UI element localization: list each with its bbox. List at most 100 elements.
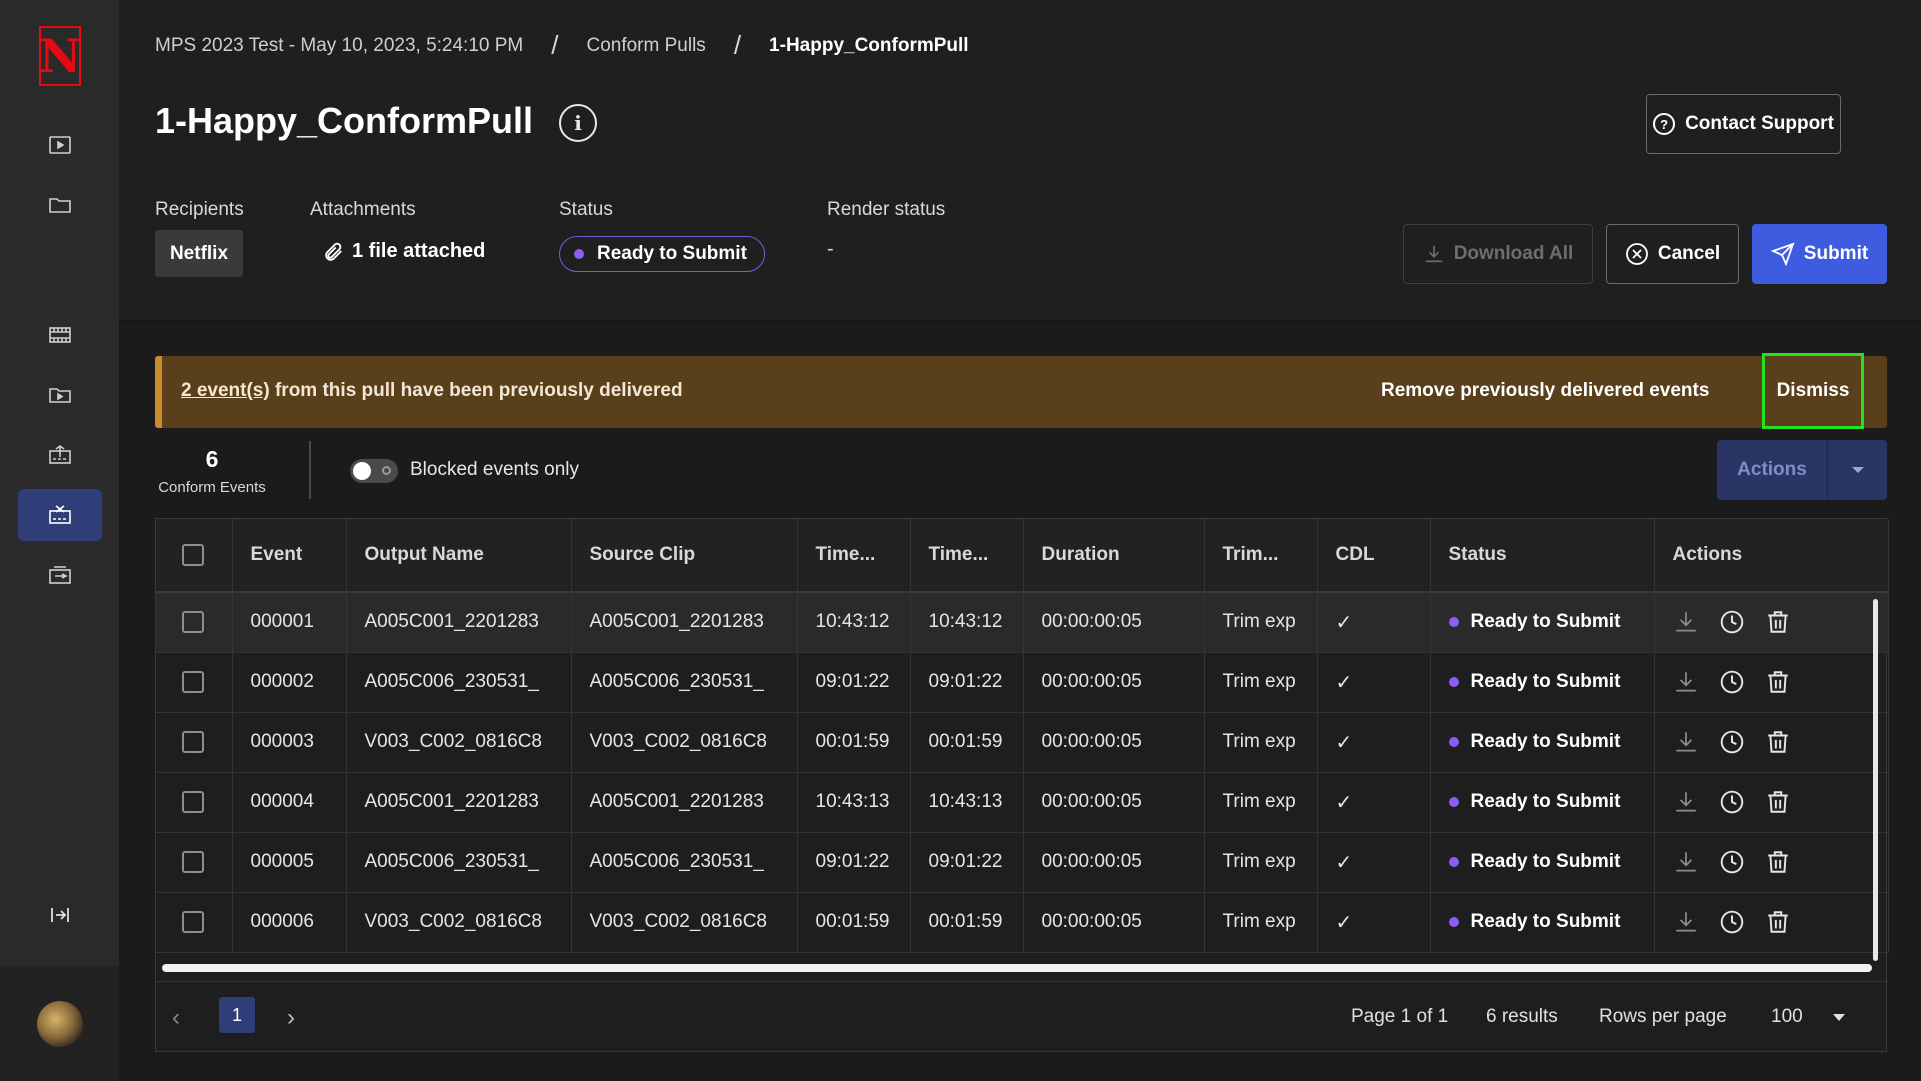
trash-icon[interactable]: [1765, 609, 1791, 635]
history-icon[interactable]: [1719, 729, 1745, 755]
cell-t2: 00:01:59: [910, 712, 1024, 773]
history-icon[interactable]: [1719, 789, 1745, 815]
table-row[interactable]: 000003 V003_C002_0816C8 V003_C002_0816C8 00…: [156, 712, 1889, 773]
attachments-link[interactable]: 1 file attached: [322, 240, 485, 263]
page-number-button[interactable]: 1: [219, 997, 255, 1033]
play-folder-icon[interactable]: [18, 369, 102, 421]
avatar[interactable]: [36, 1000, 83, 1047]
history-icon[interactable]: [1719, 909, 1745, 935]
blocked-events-label: Blocked events only: [410, 459, 579, 480]
row-checkbox[interactable]: [182, 910, 204, 933]
column-header[interactable]: Duration: [1023, 519, 1205, 593]
download-icon[interactable]: [1673, 789, 1699, 815]
user-menu[interactable]: [0, 966, 119, 1081]
cancel-label: Cancel: [1657, 243, 1721, 264]
row-checkbox[interactable]: [182, 611, 204, 634]
vertical-scrollbar[interactable]: [1873, 599, 1878, 961]
breadcrumb-project[interactable]: MPS 2023 Test - May 10, 2023, 5:24:10 PM: [155, 35, 523, 57]
column-header[interactable]: Time...: [910, 519, 1024, 593]
chevron-right-icon[interactable]: ›: [287, 1004, 295, 1032]
trash-icon[interactable]: [1765, 729, 1791, 755]
dismiss-button[interactable]: Dismiss: [1762, 353, 1864, 429]
chevron-left-icon[interactable]: ‹: [172, 1004, 180, 1032]
history-icon[interactable]: [1719, 849, 1745, 875]
film-strip-icon[interactable]: [18, 309, 102, 361]
play-square-icon[interactable]: [18, 119, 102, 171]
select-all-checkbox[interactable]: [182, 543, 204, 566]
cancel-button[interactable]: Cancel: [1606, 224, 1739, 284]
table-row[interactable]: 000005 A005C006_230531_ A005C006_230531_ 09…: [156, 832, 1889, 893]
download-icon[interactable]: [1673, 909, 1699, 935]
cell-status: Ready to Submit: [1430, 892, 1655, 953]
actions-caret-button[interactable]: [1827, 440, 1887, 500]
column-header[interactable]: Status: [1430, 519, 1655, 593]
cell-t1: 00:01:59: [797, 712, 911, 773]
table-row[interactable]: 000006 V003_C002_0816C8 V003_C002_0816C8 00…: [156, 892, 1889, 953]
remove-delivered-button[interactable]: Remove previously delivered events: [1381, 380, 1709, 402]
download-all-button[interactable]: Download All: [1403, 224, 1593, 284]
paperclip-icon: [325, 242, 342, 261]
cell-cdl: ✓: [1317, 832, 1431, 893]
status-dot-icon: [1448, 677, 1459, 687]
column-header[interactable]: Source Clip: [571, 519, 798, 593]
actions-button[interactable]: Actions: [1717, 440, 1827, 500]
column-header[interactable]: Time...: [797, 519, 911, 593]
info-icon[interactable]: i: [559, 104, 597, 142]
table-row[interactable]: 000004 A005C001_2201283 A005C001_2201283 10…: [156, 772, 1889, 833]
row-checkbox[interactable]: [182, 670, 204, 693]
events-link[interactable]: 2 event(s): [181, 380, 270, 401]
banner-text: from this pull have been previously deli…: [274, 380, 683, 401]
contact-support-button[interactable]: ? Contact Support: [1646, 94, 1841, 154]
row-checkbox[interactable]: [182, 730, 204, 753]
conform-pull-icon[interactable]: [18, 489, 102, 541]
cell-source: A005C006_230531_: [571, 832, 798, 893]
row-checkbox[interactable]: [182, 790, 204, 813]
trash-icon[interactable]: [1765, 669, 1791, 695]
cell-output: A005C001_2201283: [346, 772, 572, 833]
cell-duration: 00:00:00:05: [1023, 832, 1205, 893]
download-icon[interactable]: [1673, 669, 1699, 695]
upload-tray-icon[interactable]: [18, 429, 102, 481]
trash-icon[interactable]: [1765, 909, 1791, 935]
cell-actions: [1654, 652, 1889, 713]
horizontal-scrollbar[interactable]: [162, 964, 1872, 972]
row-select-cell: [156, 772, 233, 833]
folder-icon[interactable]: [18, 179, 102, 231]
cell-output: A005C001_2201283: [346, 592, 572, 653]
download-icon[interactable]: [1673, 609, 1699, 635]
cell-event: 000006: [232, 892, 347, 953]
actions-dropdown: Actions: [1717, 440, 1887, 500]
attachments-label: Attachments: [310, 199, 416, 220]
cell-duration: 00:00:00:05: [1023, 652, 1205, 713]
history-icon[interactable]: [1719, 609, 1745, 635]
table-row[interactable]: 000001 A005C001_2201283 A005C001_2201283 10…: [156, 592, 1889, 653]
cell-t1: 10:43:13: [797, 772, 911, 833]
submit-button[interactable]: Submit: [1752, 224, 1887, 284]
trash-icon[interactable]: [1765, 849, 1791, 875]
row-checkbox[interactable]: [182, 850, 204, 873]
export-box-icon[interactable]: [18, 549, 102, 601]
column-header[interactable]: Trim...: [1204, 519, 1318, 593]
column-header[interactable]: Event: [232, 519, 347, 593]
rows-per-page-select[interactable]: 100: [1771, 1006, 1803, 1028]
page-header: MPS 2023 Test - May 10, 2023, 5:24:10 PM…: [119, 0, 1921, 321]
collapse-icon[interactable]: [18, 889, 102, 941]
history-icon[interactable]: [1719, 669, 1745, 695]
page-info: Page 1 of 1: [1351, 1006, 1449, 1027]
cell-source: A005C001_2201283: [571, 772, 798, 833]
cell-t2: 10:43:13: [910, 772, 1024, 833]
netflix-logo[interactable]: N: [39, 26, 81, 86]
send-icon: [1770, 242, 1795, 266]
row-select-cell: [156, 592, 233, 653]
download-icon[interactable]: [1673, 729, 1699, 755]
status-text: Ready to Submit: [1470, 611, 1621, 633]
download-icon[interactable]: [1673, 849, 1699, 875]
column-header[interactable]: CDL: [1317, 519, 1431, 593]
table-row[interactable]: 000002 A005C006_230531_ A005C006_230531_ 09…: [156, 652, 1889, 713]
breadcrumb-conform-pulls[interactable]: Conform Pulls: [586, 35, 705, 57]
column-header[interactable]: Output Name: [346, 519, 572, 593]
chevron-down-icon[interactable]: [1833, 1014, 1845, 1021]
blocked-events-toggle[interactable]: [350, 459, 398, 483]
status-dot-icon: [1448, 617, 1459, 628]
trash-icon[interactable]: [1765, 789, 1791, 815]
